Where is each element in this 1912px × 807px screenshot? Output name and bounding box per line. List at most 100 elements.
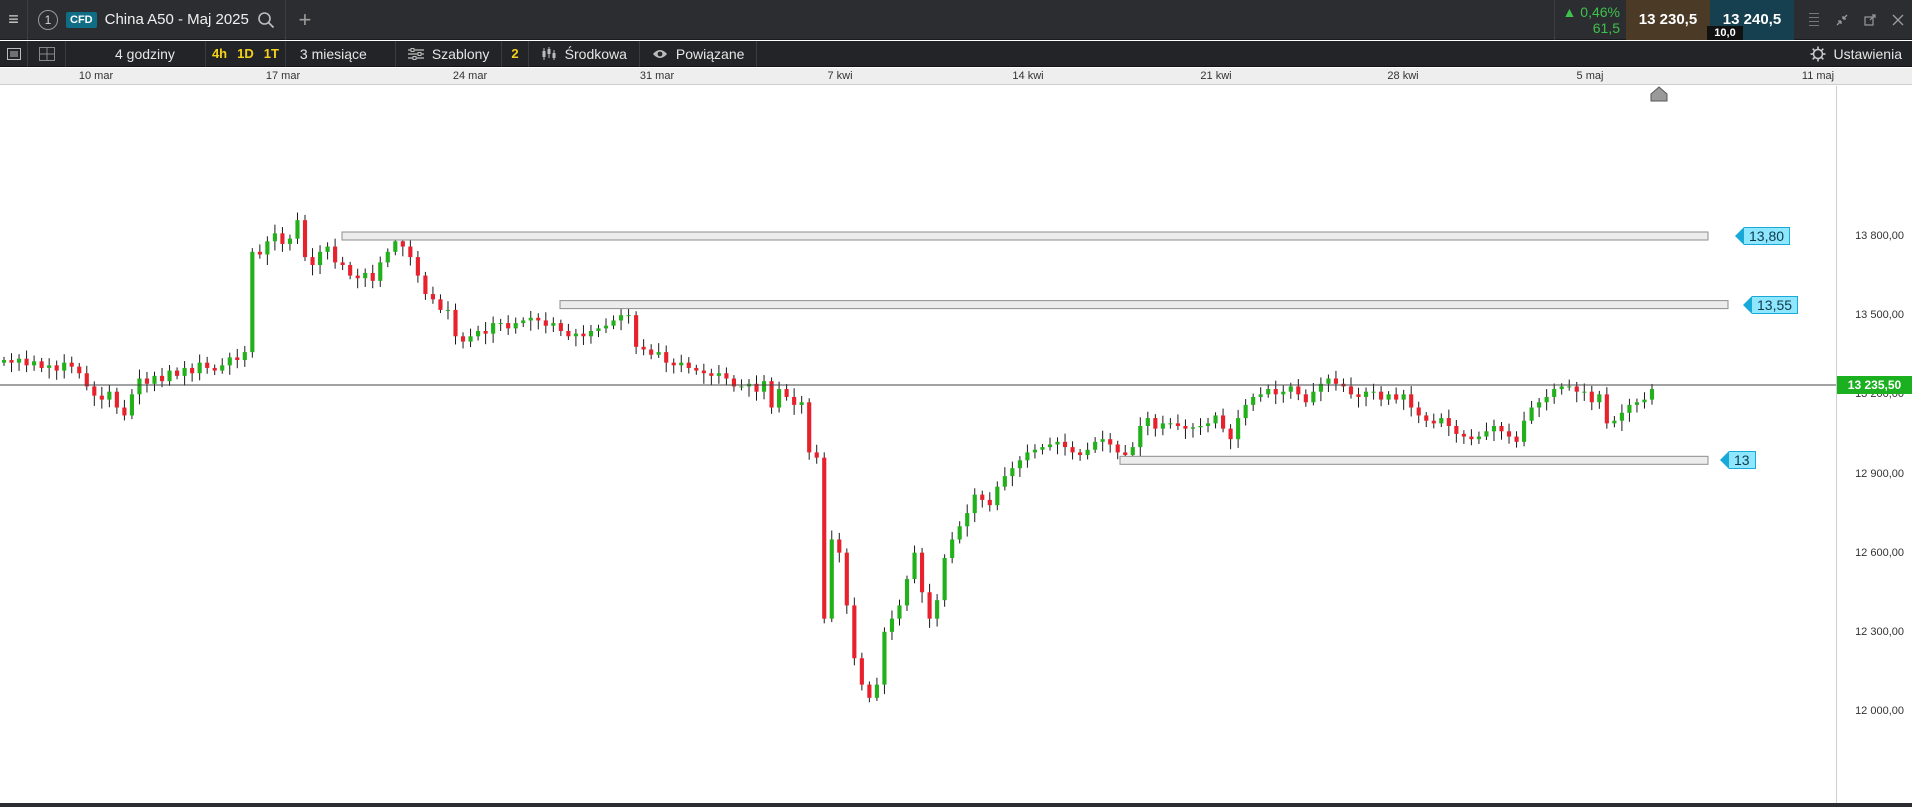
candle [513,317,518,334]
popout-icon[interactable] [1856,0,1884,40]
candle [1010,461,1015,487]
candle-body [1,360,7,363]
candle [1017,456,1022,477]
alert-tag[interactable]: 13,55 [1743,295,1799,314]
candle-body [829,539,834,619]
candle [837,532,842,563]
alert-level-bar[interactable] [341,231,1709,241]
candle [1228,424,1233,450]
candle-body [310,257,315,266]
price-chart[interactable] [0,86,1912,807]
candle-body [1424,415,1429,421]
candle-body [175,370,180,376]
candle [197,354,202,381]
candle-body [1228,428,1233,440]
candle-body [468,336,473,342]
plus-icon[interactable]: + [286,0,324,40]
templates-button[interactable]: Szablony [396,40,503,67]
sliders-icon [407,47,424,60]
minimize-icon[interactable] [1828,0,1856,40]
candle-body [761,381,767,392]
indicator-count-badge[interactable]: 2 [502,40,529,67]
cfd-badge: CFD [66,11,97,28]
candle-body [69,362,74,367]
candle-body [16,358,22,363]
candle [491,316,496,343]
candle-body [47,365,52,368]
indicator-button[interactable]: Środkowa [529,40,640,67]
candle [295,212,300,244]
settings-button[interactable]: Ustawienia [1800,41,1912,67]
candle [596,324,601,338]
candle [822,452,827,624]
candle-body [807,402,812,453]
candle [476,325,481,341]
candle-body [777,389,782,408]
close-icon[interactable] [1884,0,1912,40]
candle-body [242,352,247,361]
candle-body [99,395,104,400]
price-axis[interactable]: 13 800,00 13 500,00 13 200,00 12 900,00 12 6… [1836,86,1912,807]
candle-body [1649,389,1655,400]
instrument-tab[interactable]: 1 CFD China A50 - Maj 2025 [28,0,286,40]
candle-body [460,336,466,342]
drag-handle-icon[interactable] [1800,0,1828,40]
candle [1,356,7,366]
candle-body [1205,423,1211,426]
candle-body [799,402,804,405]
candle [754,375,759,401]
candle-body [581,333,586,337]
candle [942,554,947,607]
alert-tag-label: 13 [1729,451,1756,470]
period-4h[interactable]: 4h [212,46,227,61]
candle [1522,411,1527,447]
list-view-icon[interactable] [0,40,28,67]
range-selector[interactable]: 3 miesiące [286,40,396,67]
price-axis-label: 12 900,00 [1855,467,1904,480]
window-bottom-edge [0,803,1912,807]
candle-body [1153,418,1158,429]
candle-body [1416,407,1421,416]
candle [656,343,661,358]
related-button[interactable]: Powiązane [640,40,758,67]
candle [1220,408,1226,433]
candle [1047,437,1053,451]
candle [581,325,586,345]
candle [1085,442,1090,460]
candle-body [1642,399,1647,403]
candle-body [1589,391,1594,403]
candle-body [1552,389,1557,397]
candle [167,365,172,386]
candle [114,387,119,414]
period-1t[interactable]: 1T [264,46,279,61]
candle-body [980,494,985,500]
candlestick-plot[interactable] [0,86,1836,807]
menu-icon[interactable]: ≡ [0,0,28,40]
current-time-marker-icon[interactable] [1650,86,1668,102]
period-1d[interactable]: 1D [237,46,254,61]
layout-grid-icon[interactable] [28,40,66,67]
candle [69,356,74,374]
instrument-title: China A50 - Maj 2025 [104,11,249,28]
candle [1258,387,1263,402]
candle-body [1281,391,1286,395]
alert-level-bar[interactable] [559,300,1729,310]
candle [483,322,488,345]
candle-body [1040,447,1045,450]
candle-body [152,375,157,384]
alert-tag[interactable]: 13,80 [1735,227,1791,245]
candle-body [1070,447,1075,453]
candle [122,399,127,421]
candle-body [1236,418,1241,440]
alert-tag[interactable]: 13 [1720,451,1756,470]
search-icon[interactable] [257,11,275,29]
candle [1627,398,1632,422]
candle-body [1025,452,1030,461]
interval-selector[interactable]: 4 godziny [65,40,206,67]
candle [333,238,338,269]
sell-button[interactable]: 13 230,5 [1626,0,1710,40]
alert-level-bar[interactable] [1119,455,1709,465]
candle [882,627,887,695]
candle [694,364,699,375]
candle [370,264,375,289]
